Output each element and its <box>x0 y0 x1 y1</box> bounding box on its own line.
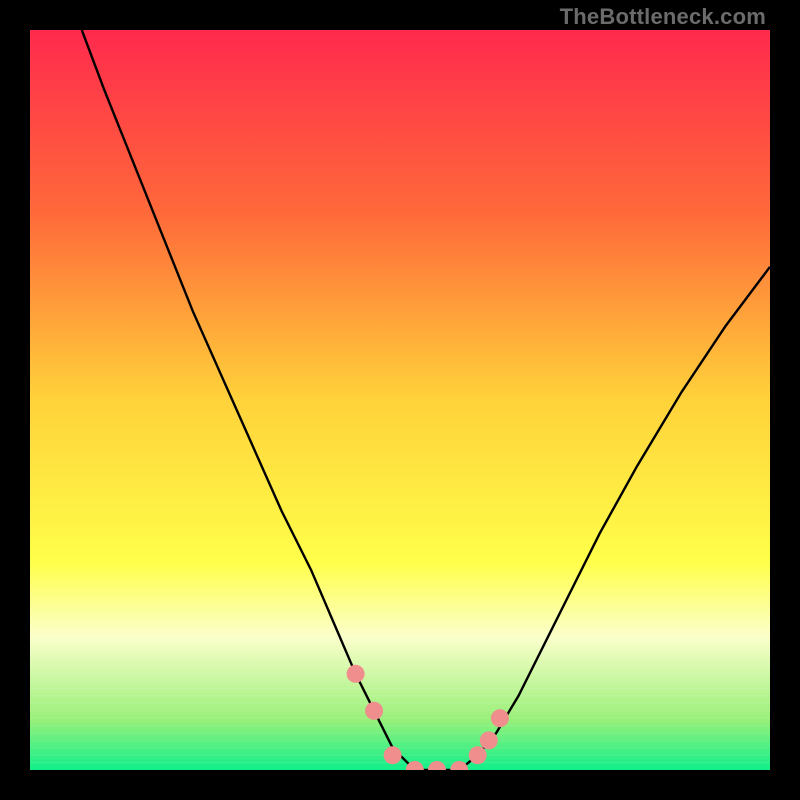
watermark-text: TheBottleneck.com <box>560 4 766 30</box>
chart-frame <box>30 30 770 770</box>
bottleneck-chart <box>30 30 770 770</box>
gradient-background <box>30 30 770 770</box>
